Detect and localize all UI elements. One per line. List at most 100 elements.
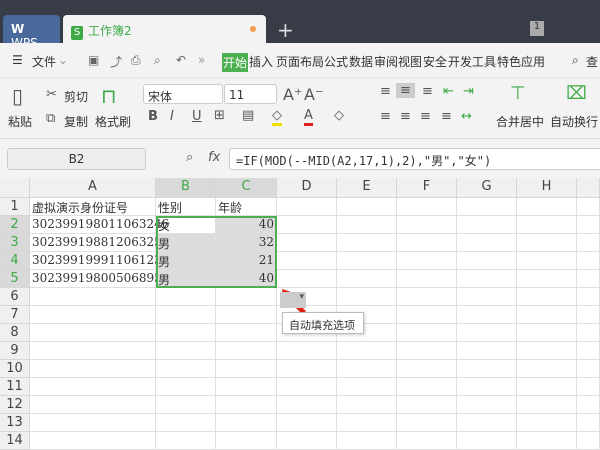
cell[interactable] [577, 198, 600, 216]
zoom-icon[interactable]: ⌕ [186, 150, 193, 165]
cell[interactable] [397, 378, 457, 396]
clear-icon[interactable]: ◇ [334, 108, 344, 123]
export-icon[interactable]: ⤴ [110, 53, 122, 70]
tab-review[interactable]: 审阅 [374, 53, 398, 70]
indent-increase-icon[interactable]: ⇥ [463, 84, 474, 99]
row-header-5[interactable]: 5 [0, 270, 30, 288]
cell[interactable] [216, 396, 277, 414]
cell[interactable] [277, 432, 337, 450]
cell[interactable] [457, 324, 517, 342]
cell[interactable] [216, 324, 277, 342]
cell[interactable] [517, 198, 577, 216]
cell[interactable] [577, 270, 600, 288]
cell[interactable] [577, 342, 600, 360]
wrap-text-icon[interactable]: ⌧ [566, 83, 587, 104]
cell[interactable] [517, 288, 577, 306]
cell[interactable] [277, 396, 337, 414]
cell[interactable] [156, 396, 216, 414]
cell[interactable] [216, 288, 277, 306]
row-header-12[interactable]: 12 [0, 396, 30, 414]
undo-icon[interactable]: ↶ [176, 53, 186, 67]
cell[interactable] [397, 342, 457, 360]
border-icon[interactable]: ⊞ [214, 108, 225, 123]
wrap-text-button[interactable]: 自动换行 [550, 113, 598, 130]
tab-insert[interactable]: 插入 [249, 53, 273, 70]
cell[interactable] [216, 414, 277, 432]
cell[interactable] [457, 396, 517, 414]
cell[interactable] [577, 288, 600, 306]
cell[interactable] [337, 342, 397, 360]
tab-home[interactable]: 开始 [222, 53, 249, 72]
cell[interactable] [517, 252, 577, 270]
cell[interactable] [577, 396, 600, 414]
format-painter-icon[interactable]: ⊓ [101, 84, 117, 108]
cell[interactable]: 40 [216, 216, 277, 234]
column-header-F[interactable]: F [397, 178, 457, 198]
distribute-icon[interactable]: ↔ [461, 109, 472, 124]
cell-style-icon[interactable]: ▤ [242, 108, 254, 123]
cell[interactable] [397, 396, 457, 414]
column-header-G[interactable]: G [457, 178, 517, 198]
align-right-icon[interactable]: ≡ [420, 109, 431, 124]
paste-icon[interactable]: ▯ [12, 84, 23, 108]
cell[interactable] [577, 216, 600, 234]
new-tab-button[interactable]: + [277, 18, 294, 42]
cell[interactable] [397, 234, 457, 252]
cell[interactable]: 男 [156, 252, 216, 270]
chevron-down-icon[interactable]: ⌄ [58, 53, 68, 67]
search-icon[interactable]: ⌕ [572, 53, 579, 68]
print-preview-icon[interactable]: ⌕ [154, 53, 161, 68]
column-header-A[interactable]: A [30, 178, 156, 198]
cell[interactable] [457, 360, 517, 378]
font-color-icon[interactable]: A [304, 108, 313, 126]
cell[interactable] [457, 252, 517, 270]
search-label[interactable]: 查 [586, 53, 598, 70]
tab-view[interactable]: 视图 [398, 53, 422, 70]
row-header-7[interactable]: 7 [0, 306, 30, 324]
cell[interactable] [156, 288, 216, 306]
cell[interactable] [277, 252, 337, 270]
cell[interactable] [216, 432, 277, 450]
cell[interactable] [337, 378, 397, 396]
cell[interactable] [577, 378, 600, 396]
align-top-icon[interactable]: ≡ [380, 84, 391, 99]
cell[interactable] [337, 288, 397, 306]
cell[interactable] [397, 288, 457, 306]
more-icon[interactable]: » [198, 53, 205, 67]
cell[interactable] [277, 360, 337, 378]
indent-decrease-icon[interactable]: ⇤ [443, 84, 454, 99]
row-header-10[interactable]: 10 [0, 360, 30, 378]
row-header-1[interactable]: 1 [0, 198, 30, 216]
cell[interactable] [277, 378, 337, 396]
cell[interactable]: 302399198011063246 [30, 216, 169, 234]
cell[interactable]: 男 [156, 270, 216, 288]
cell[interactable]: 男 [156, 234, 216, 252]
decrease-font-icon[interactable]: A⁻ [304, 85, 323, 104]
cell[interactable] [337, 270, 397, 288]
tab-workbook[interactable]: S 工作簿2 [63, 15, 266, 43]
cell[interactable] [457, 414, 517, 432]
merge-icon[interactable]: ⊤ [510, 83, 526, 104]
cut-button[interactable]: 剪切 [64, 88, 88, 105]
column-header-D[interactable]: D [277, 178, 337, 198]
tab-data[interactable]: 数据 [349, 53, 373, 70]
fill-color-icon[interactable]: ◇ [272, 108, 282, 126]
merge-center-button[interactable]: 合并居中 [496, 113, 544, 130]
cell[interactable]: 21 [216, 252, 277, 270]
tab-developer[interactable]: 开发工具 [448, 53, 496, 70]
cell[interactable] [397, 360, 457, 378]
cell[interactable] [216, 306, 277, 324]
cell[interactable] [30, 288, 156, 306]
cell[interactable] [577, 306, 600, 324]
row-header-3[interactable]: 3 [0, 234, 30, 252]
cell[interactable] [517, 324, 577, 342]
cell[interactable] [30, 306, 156, 324]
font-size-select[interactable]: 11 [224, 84, 277, 104]
italic-icon[interactable]: I [170, 109, 174, 124]
cell[interactable] [397, 270, 457, 288]
cell[interactable]: 虚拟演示身份证号 [30, 198, 156, 216]
cell[interactable] [457, 288, 517, 306]
cell[interactable] [517, 378, 577, 396]
cell[interactable] [457, 306, 517, 324]
tab-security[interactable]: 安全 [423, 53, 447, 70]
